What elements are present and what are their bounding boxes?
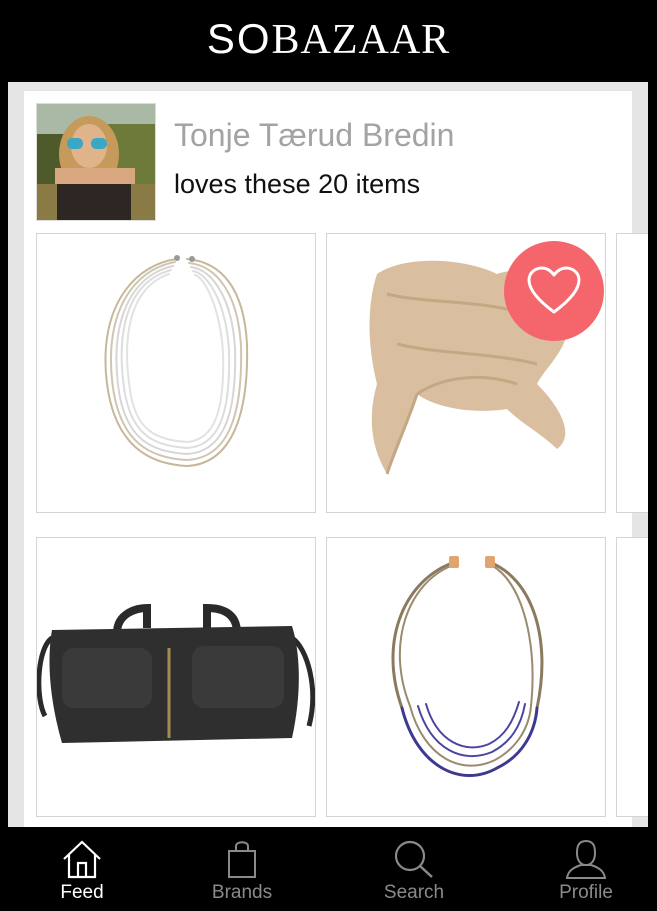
necklace-blue-icon (391, 556, 544, 777)
avatar[interactable] (36, 103, 156, 221)
home-icon (63, 840, 101, 879)
activity-subtitle: loves these 20 items (174, 169, 421, 199)
tab-brands[interactable]: Brands (160, 827, 324, 911)
tab-label: Search (383, 882, 445, 903)
product-tile[interactable] (616, 233, 648, 513)
top-bar: SOBAZAAR (0, 0, 657, 82)
product-tile[interactable] (326, 537, 606, 817)
app-logo: SOBAZAAR (206, 15, 451, 64)
search-icon (394, 840, 433, 878)
heart-icon (527, 266, 581, 314)
feed-content[interactable]: Tonje Tærud Bredin loves these 20 items (8, 82, 648, 827)
user-name[interactable]: Tonje Tærud Bredin (174, 117, 454, 154)
tab-label: Profile (559, 882, 613, 903)
necklace-silver-icon (104, 255, 249, 468)
tab-label: Brands (211, 882, 273, 903)
product-tile[interactable] (36, 537, 316, 817)
shopping-bag-icon (228, 841, 256, 878)
product-tile[interactable] (616, 537, 648, 817)
product-tile[interactable] (36, 233, 316, 513)
tab-label: Feed (60, 882, 104, 903)
activity-card: Tonje Tærud Bredin loves these 20 items (24, 91, 648, 827)
bag-black-icon (37, 603, 315, 743)
tab-search[interactable]: Search (332, 827, 496, 911)
like-button[interactable] (504, 241, 604, 341)
tab-bar: Feed Brands Search Profile (0, 827, 657, 911)
tab-feed[interactable]: Feed (0, 827, 164, 911)
tab-profile[interactable]: Profile (504, 827, 657, 911)
person-icon (565, 839, 607, 879)
